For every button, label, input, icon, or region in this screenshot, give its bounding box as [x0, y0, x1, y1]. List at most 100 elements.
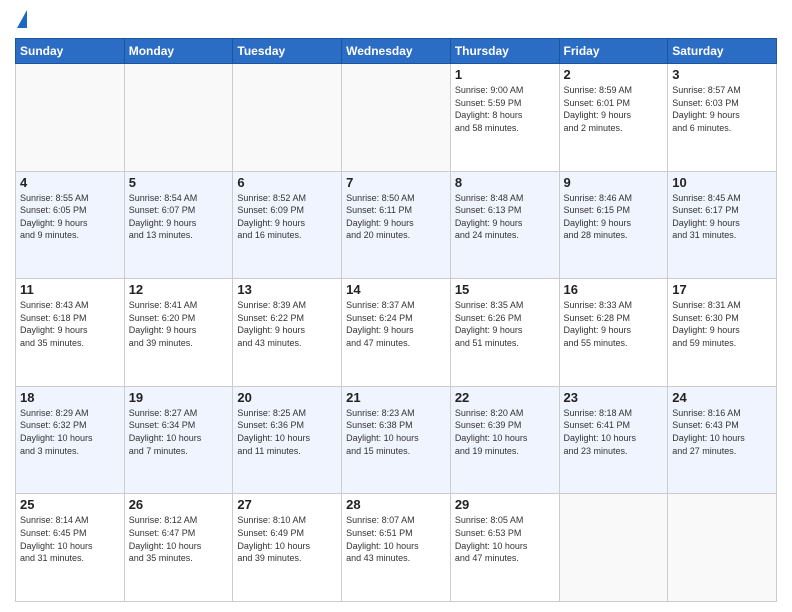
- calendar-cell: [668, 494, 777, 602]
- day-info: Sunrise: 8:27 AMSunset: 6:34 PMDaylight:…: [129, 407, 229, 457]
- day-info: Sunrise: 8:18 AMSunset: 6:41 PMDaylight:…: [564, 407, 664, 457]
- day-info: Sunrise: 8:14 AMSunset: 6:45 PMDaylight:…: [20, 514, 120, 564]
- day-number: 22: [455, 390, 555, 405]
- calendar-cell: 7 Sunrise: 8:50 AMSunset: 6:11 PMDaylight…: [342, 171, 451, 279]
- weekday-header-sunday: Sunday: [16, 39, 125, 64]
- calendar-cell: 6 Sunrise: 8:52 AMSunset: 6:09 PMDaylight…: [233, 171, 342, 279]
- day-info: Sunrise: 8:20 AMSunset: 6:39 PMDaylight:…: [455, 407, 555, 457]
- day-info: Sunrise: 8:55 AMSunset: 6:05 PMDaylight:…: [20, 192, 120, 242]
- calendar-cell: 2 Sunrise: 8:59 AMSunset: 6:01 PMDaylight…: [559, 64, 668, 172]
- calendar-cell: 27 Sunrise: 8:10 AMSunset: 6:49 PMDayligh…: [233, 494, 342, 602]
- calendar-cell: 29Sunrise: 8:05 AMSunset: 6:53 PMDayligh…: [450, 494, 559, 602]
- calendar-cell: [16, 64, 125, 172]
- day-info: Sunrise: 8:43 AMSunset: 6:18 PMDaylight:…: [20, 299, 120, 349]
- day-number: 3: [672, 67, 772, 82]
- day-info: Sunrise: 8:33 AMSunset: 6:28 PMDaylight:…: [564, 299, 664, 349]
- day-info: Sunrise: 8:48 AMSunset: 6:13 PMDaylight:…: [455, 192, 555, 242]
- day-number: 16: [564, 282, 664, 297]
- header: [15, 10, 777, 30]
- day-info: Sunrise: 8:37 AMSunset: 6:24 PMDaylight:…: [346, 299, 446, 349]
- day-number: 13: [237, 282, 337, 297]
- day-info: Sunrise: 8:45 AMSunset: 6:17 PMDaylight:…: [672, 192, 772, 242]
- day-number: 18: [20, 390, 120, 405]
- calendar-week-3: 11 Sunrise: 8:43 AMSunset: 6:18 PMDayligh…: [16, 279, 777, 387]
- calendar-cell: 15 Sunrise: 8:35 AMSunset: 6:26 PMDayligh…: [450, 279, 559, 387]
- calendar-cell: 21 Sunrise: 8:23 AMSunset: 6:38 PMDayligh…: [342, 386, 451, 494]
- day-info: Sunrise: 8:16 AMSunset: 6:43 PMDaylight:…: [672, 407, 772, 457]
- weekday-header-monday: Monday: [124, 39, 233, 64]
- day-info: Sunrise: 8:50 AMSunset: 6:11 PMDaylight:…: [346, 192, 446, 242]
- calendar-cell: 16 Sunrise: 8:33 AMSunset: 6:28 PMDayligh…: [559, 279, 668, 387]
- calendar-cell: 10 Sunrise: 8:45 AMSunset: 6:17 PMDayligh…: [668, 171, 777, 279]
- day-number: 24: [672, 390, 772, 405]
- page: SundayMondayTuesdayWednesdayThursdayFrid…: [0, 0, 792, 612]
- calendar-cell: 12Sunrise: 8:41 AMSunset: 6:20 PMDayligh…: [124, 279, 233, 387]
- calendar-cell: 28 Sunrise: 8:07 AMSunset: 6:51 PMDayligh…: [342, 494, 451, 602]
- calendar-cell: 20 Sunrise: 8:25 AMSunset: 6:36 PMDayligh…: [233, 386, 342, 494]
- day-info: Sunrise: 8:07 AMSunset: 6:51 PMDaylight:…: [346, 514, 446, 564]
- day-number: 2: [564, 67, 664, 82]
- day-info: Sunrise: 8:10 AMSunset: 6:49 PMDaylight:…: [237, 514, 337, 564]
- day-number: 8: [455, 175, 555, 190]
- day-info: Sunrise: 8:23 AMSunset: 6:38 PMDaylight:…: [346, 407, 446, 457]
- day-number: 14: [346, 282, 446, 297]
- day-number: 20: [237, 390, 337, 405]
- calendar-cell: 18 Sunrise: 8:29 AMSunset: 6:32 PMDayligh…: [16, 386, 125, 494]
- day-info: Sunrise: 8:25 AMSunset: 6:36 PMDaylight:…: [237, 407, 337, 457]
- calendar-cell: 22 Sunrise: 8:20 AMSunset: 6:39 PMDayligh…: [450, 386, 559, 494]
- calendar-week-4: 18 Sunrise: 8:29 AMSunset: 6:32 PMDayligh…: [16, 386, 777, 494]
- weekday-header-thursday: Thursday: [450, 39, 559, 64]
- day-info: Sunrise: 9:00 AMSunset: 5:59 PMDaylight:…: [455, 84, 555, 134]
- day-info: Sunrise: 8:54 AMSunset: 6:07 PMDaylight:…: [129, 192, 229, 242]
- calendar-cell: 23 Sunrise: 8:18 AMSunset: 6:41 PMDayligh…: [559, 386, 668, 494]
- day-number: 4: [20, 175, 120, 190]
- day-info: Sunrise: 8:46 AMSunset: 6:15 PMDaylight:…: [564, 192, 664, 242]
- calendar-cell: 26Sunrise: 8:12 AMSunset: 6:47 PMDayligh…: [124, 494, 233, 602]
- calendar-cell: 14 Sunrise: 8:37 AMSunset: 6:24 PMDayligh…: [342, 279, 451, 387]
- day-number: 5: [129, 175, 229, 190]
- calendar-cell: 3Sunrise: 8:57 AMSunset: 6:03 PMDaylight…: [668, 64, 777, 172]
- calendar-cell: [124, 64, 233, 172]
- calendar-header: SundayMondayTuesdayWednesdayThursdayFrid…: [16, 39, 777, 64]
- day-number: 23: [564, 390, 664, 405]
- day-info: Sunrise: 8:29 AMSunset: 6:32 PMDaylight:…: [20, 407, 120, 457]
- weekday-header-friday: Friday: [559, 39, 668, 64]
- day-number: 27: [237, 497, 337, 512]
- calendar-cell: 11 Sunrise: 8:43 AMSunset: 6:18 PMDayligh…: [16, 279, 125, 387]
- logo: [15, 10, 27, 30]
- day-number: 11: [20, 282, 120, 297]
- day-info: Sunrise: 8:05 AMSunset: 6:53 PMDaylight:…: [455, 514, 555, 564]
- day-number: 21: [346, 390, 446, 405]
- calendar-cell: 5 Sunrise: 8:54 AMSunset: 6:07 PMDaylight…: [124, 171, 233, 279]
- day-number: 17: [672, 282, 772, 297]
- day-number: 1: [455, 67, 555, 82]
- calendar-cell: [233, 64, 342, 172]
- weekday-header-tuesday: Tuesday: [233, 39, 342, 64]
- day-number: 25: [20, 497, 120, 512]
- day-info: Sunrise: 8:31 AMSunset: 6:30 PMDaylight:…: [672, 299, 772, 349]
- day-info: Sunrise: 8:52 AMSunset: 6:09 PMDaylight:…: [237, 192, 337, 242]
- weekday-header-wednesday: Wednesday: [342, 39, 451, 64]
- calendar-body: 1 Sunrise: 9:00 AMSunset: 5:59 PMDaylight…: [16, 64, 777, 602]
- calendar-cell: 19 Sunrise: 8:27 AMSunset: 6:34 PMDayligh…: [124, 386, 233, 494]
- day-number: 12: [129, 282, 229, 297]
- day-number: 6: [237, 175, 337, 190]
- day-number: 19: [129, 390, 229, 405]
- day-info: Sunrise: 8:35 AMSunset: 6:26 PMDaylight:…: [455, 299, 555, 349]
- day-number: 28: [346, 497, 446, 512]
- logo-triangle-icon: [17, 10, 27, 28]
- calendar-cell: 25 Sunrise: 8:14 AMSunset: 6:45 PMDayligh…: [16, 494, 125, 602]
- day-info: Sunrise: 8:59 AMSunset: 6:01 PMDaylight:…: [564, 84, 664, 134]
- calendar-cell: 9Sunrise: 8:46 AMSunset: 6:15 PMDaylight…: [559, 171, 668, 279]
- day-number: 7: [346, 175, 446, 190]
- calendar-week-5: 25 Sunrise: 8:14 AMSunset: 6:45 PMDayligh…: [16, 494, 777, 602]
- calendar-cell: 1 Sunrise: 9:00 AMSunset: 5:59 PMDaylight…: [450, 64, 559, 172]
- day-number: 26: [129, 497, 229, 512]
- day-number: 15: [455, 282, 555, 297]
- calendar-cell: [342, 64, 451, 172]
- calendar-cell: 17 Sunrise: 8:31 AMSunset: 6:30 PMDayligh…: [668, 279, 777, 387]
- calendar-cell: [559, 494, 668, 602]
- day-number: 10: [672, 175, 772, 190]
- day-info: Sunrise: 8:39 AMSunset: 6:22 PMDaylight:…: [237, 299, 337, 349]
- calendar-cell: 8 Sunrise: 8:48 AMSunset: 6:13 PMDaylight…: [450, 171, 559, 279]
